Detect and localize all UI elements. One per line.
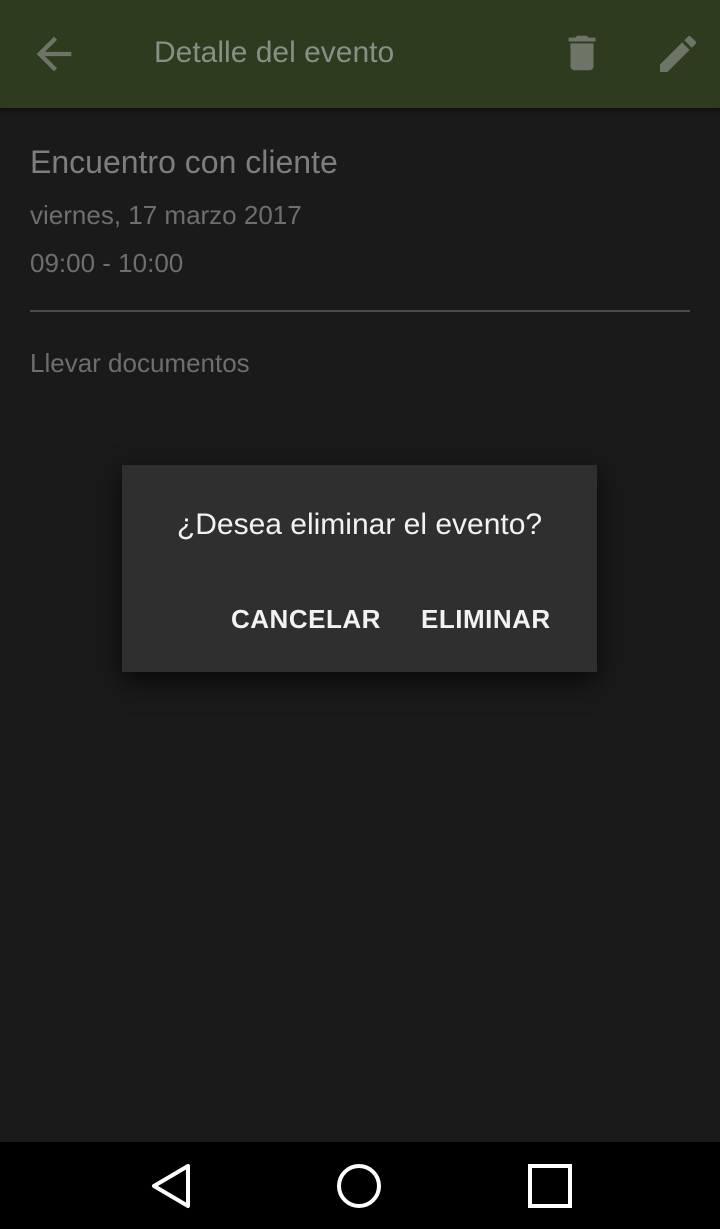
app-bar: Detalle del evento (0, 0, 720, 108)
event-date: viernes, 17 marzo 2017 (30, 200, 302, 230)
event-time: 09:00 - 10:00 (30, 248, 184, 278)
nav-recents-button[interactable] (524, 1160, 576, 1212)
back-button[interactable] (26, 26, 82, 82)
page-title: Detalle del evento (154, 36, 395, 69)
nav-home-icon (337, 1164, 381, 1208)
nav-back-button[interactable] (144, 1160, 196, 1212)
nav-back-icon (152, 1164, 190, 1208)
delete-confirm-dialog: ¿Desea eliminar el evento? CANCELAR ELIM… (122, 465, 597, 672)
arrow-back-icon (36, 36, 72, 72)
cancel-button[interactable]: CANCELAR (231, 593, 381, 645)
nav-recents-icon (528, 1164, 572, 1208)
event-notes: Llevar documentos (30, 348, 250, 378)
trash-icon (568, 35, 596, 71)
event-title: Encuentro con cliente (30, 144, 338, 180)
system-nav-bar (0, 1142, 720, 1229)
nav-home-button[interactable] (333, 1160, 385, 1212)
dialog-message: ¿Desea eliminar el evento? (176, 508, 543, 541)
confirm-delete-button[interactable]: ELIMINAR (421, 593, 551, 645)
pencil-icon (660, 35, 697, 72)
divider (30, 310, 690, 312)
delete-button[interactable] (556, 26, 608, 80)
edit-button[interactable] (650, 26, 706, 82)
